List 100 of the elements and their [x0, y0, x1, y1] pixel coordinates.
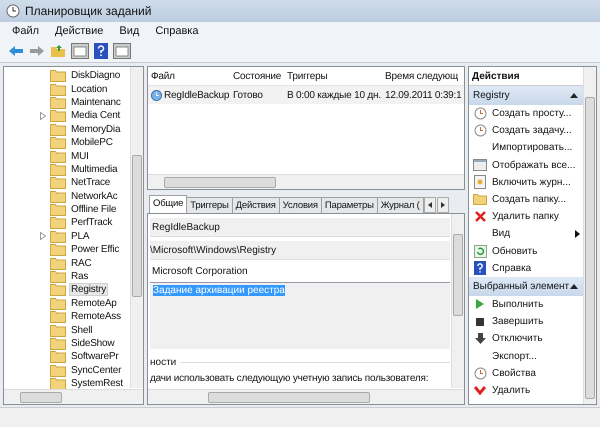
- folder-icon: [50, 122, 66, 136]
- scrollbar[interactable]: [451, 214, 464, 388]
- clock-icon: [474, 107, 486, 120]
- expand-triangle-icon[interactable]: [40, 112, 46, 120]
- action-item[interactable]: Обновить: [492, 246, 538, 257]
- location-field[interactable]: \Microsoft\Windows\Registry: [150, 241, 450, 260]
- scrollbar[interactable]: [583, 67, 596, 404]
- action-item[interactable]: Создать папку...: [492, 194, 566, 206]
- action-item[interactable]: Создать просту...: [492, 108, 572, 120]
- log-icon: [474, 175, 486, 190]
- tree-item[interactable]: MobilePC: [69, 136, 115, 150]
- down-arrow-icon: [474, 333, 486, 344]
- folder-icon: [50, 296, 66, 310]
- action-item[interactable]: Выполнить: [492, 298, 544, 310]
- action-item[interactable]: Справка: [492, 262, 532, 274]
- menu-item[interactable]: Вид: [119, 25, 140, 37]
- action-item[interactable]: Свойства: [492, 368, 536, 379]
- pane-icon[interactable]: [71, 43, 89, 59]
- clock-icon: [474, 124, 486, 138]
- folder-icon: [50, 69, 66, 82]
- tree-item[interactable]: SideShow: [69, 337, 116, 350]
- action-item[interactable]: Отключить: [492, 333, 543, 344]
- tree-item[interactable]: DiskDiagno: [69, 69, 122, 82]
- tree-item[interactable]: SoftwarePr: [69, 350, 120, 364]
- forward-arrow-icon[interactable]: [29, 45, 45, 57]
- tab[interactable]: Триггеры: [186, 197, 233, 213]
- tree-item[interactable]: PLA: [69, 230, 92, 243]
- tree-item[interactable]: RAC: [69, 256, 94, 270]
- action-item[interactable]: Удалить папку: [492, 211, 559, 222]
- play-icon: [476, 299, 484, 310]
- action-item[interactable]: Удалить: [492, 384, 530, 396]
- folder-icon: [473, 194, 487, 206]
- scrollbar[interactable]: [148, 174, 464, 189]
- tree-item[interactable]: Ras: [69, 270, 90, 284]
- action-item[interactable]: Отображать все...: [492, 160, 576, 171]
- table-cell-text: В 0:00 каждые 10 дн.: [286, 90, 382, 100]
- tree-item[interactable]: RemoteAp: [69, 296, 119, 310]
- folder-icon: [50, 190, 66, 203]
- tab[interactable]: Параметры: [320, 197, 378, 213]
- task-row[interactable]: RegIdleBackup Готово В 0:00 каждые 10 дн. 12.09.2011 0:39:1: [148, 86, 464, 104]
- folder-icon: [50, 350, 66, 364]
- folder-icon: [50, 243, 66, 256]
- help-icon: [474, 261, 486, 276]
- menu-item[interactable]: Действие: [55, 25, 104, 37]
- scrollbar[interactable]: [4, 389, 143, 404]
- tree-item[interactable]: Shell: [69, 324, 94, 337]
- tree-item[interactable]: Registry: [69, 283, 108, 296]
- folder-icon: [50, 96, 66, 109]
- action-item[interactable]: Создать задачу...: [492, 125, 572, 136]
- scrollbar[interactable]: [148, 389, 464, 404]
- folder-icon: [50, 364, 66, 377]
- tree-item[interactable]: Power Effic: [69, 243, 122, 256]
- collapse-caret-icon: [570, 93, 578, 98]
- tab[interactable]: Условия: [278, 197, 322, 213]
- help-icon[interactable]: [94, 43, 108, 59]
- action-item[interactable]: Завершить: [492, 316, 544, 328]
- action-item[interactable]: Вид: [492, 228, 510, 240]
- tree-item[interactable]: Multimedia: [69, 162, 120, 176]
- action-item[interactable]: Импортировать...: [492, 142, 572, 154]
- name-field[interactable]: RegIdleBackup: [150, 218, 450, 237]
- tab[interactable]: Журнал (: [376, 197, 424, 213]
- tree-item[interactable]: MUI: [69, 150, 91, 163]
- back-arrow-icon[interactable]: [8, 45, 24, 57]
- column-header[interactable]: Состояние: [230, 70, 284, 82]
- folder-icon: [50, 82, 66, 96]
- folder-icon: [50, 176, 66, 190]
- scroll-right-button[interactable]: [436, 197, 449, 213]
- submenu-arrow-icon: [575, 230, 580, 238]
- tree-item[interactable]: PerfTrack: [69, 216, 114, 230]
- folder-icon: [50, 136, 66, 150]
- stop-icon: [476, 318, 484, 326]
- tree-item[interactable]: NetTrace: [69, 176, 112, 190]
- tree-item[interactable]: Location: [69, 82, 110, 96]
- tab[interactable]: Общие: [149, 195, 188, 213]
- folder-up-icon[interactable]: [50, 44, 66, 58]
- pane-icon[interactable]: [113, 43, 131, 59]
- tree-item[interactable]: RemoteAss: [69, 310, 123, 324]
- section-header[interactable]: Registry: [469, 86, 584, 105]
- tree-item[interactable]: MemoryDia: [69, 122, 122, 136]
- section-header[interactable]: Выбранный элемент: [469, 276, 584, 296]
- tree-item[interactable]: Maintenanc: [69, 96, 123, 109]
- menu-item[interactable]: Файл: [12, 25, 40, 37]
- scroll-left-button[interactable]: [424, 197, 436, 213]
- menu-item[interactable]: Справка: [155, 25, 198, 37]
- column-header[interactable]: Триггеры: [284, 70, 382, 82]
- action-item[interactable]: Экспорт...: [492, 350, 537, 362]
- tree-item[interactable]: SyncCenter: [69, 364, 124, 377]
- scrollbar[interactable]: [130, 67, 143, 388]
- tree-item[interactable]: Offline File: [69, 203, 118, 216]
- tree-item[interactable]: Media Cent: [69, 109, 122, 122]
- column-header[interactable]: Файл: [148, 70, 230, 82]
- window-title: Планировщик заданий: [25, 4, 152, 18]
- action-item[interactable]: Включить журн...: [492, 176, 571, 188]
- tree-item[interactable]: SystemRest: [69, 377, 125, 390]
- tree-item[interactable]: NetworkAc: [69, 190, 120, 203]
- tab[interactable]: Действия: [232, 197, 280, 213]
- column-header[interactable]: Время следующ: [382, 70, 462, 82]
- selected-text: Задание архивации реестра: [153, 285, 285, 296]
- expand-triangle-icon[interactable]: [40, 232, 46, 240]
- author-text: Microsoft Corporation: [151, 264, 249, 278]
